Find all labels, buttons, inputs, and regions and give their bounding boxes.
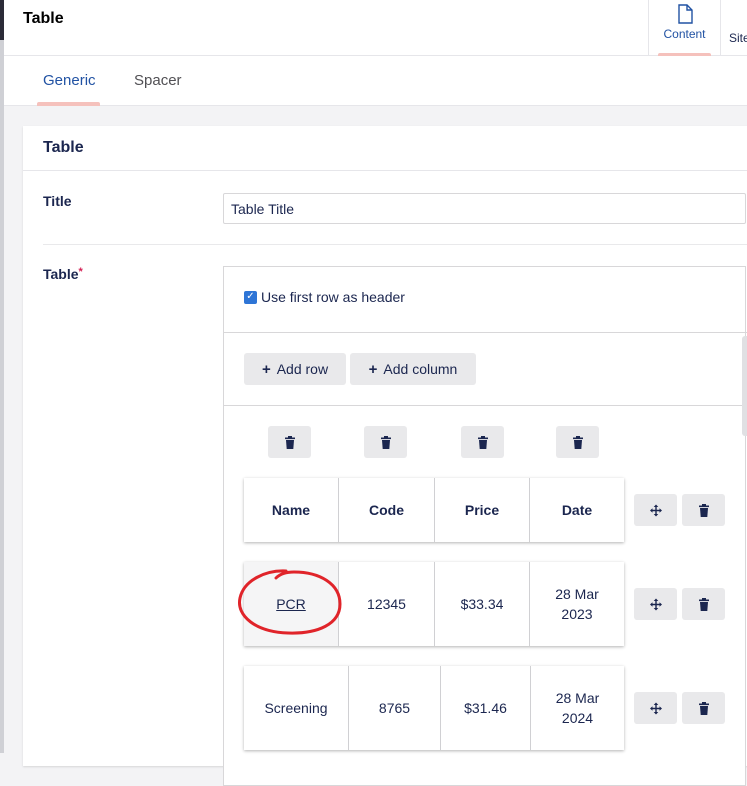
trash-icon xyxy=(284,435,295,449)
plus-icon: + xyxy=(261,360,271,378)
move-icon xyxy=(649,504,662,516)
table-cell[interactable]: Price xyxy=(435,478,530,542)
section-divider xyxy=(224,405,747,406)
move-icon xyxy=(649,598,662,610)
delete-row-button[interactable] xyxy=(682,588,725,620)
table-panel: Table Title Table* ✓ Use first row as he… xyxy=(23,126,747,786)
required-marker: * xyxy=(78,266,83,278)
tab-site[interactable]: Site xyxy=(720,0,747,56)
table-cell[interactable]: $31.46 xyxy=(441,666,531,750)
section-divider xyxy=(224,332,747,333)
title-field-label: Title xyxy=(43,193,72,209)
table-cell[interactable]: Screening xyxy=(244,666,349,750)
table-row: Screening 8765 $31.46 28 Mar 2024 xyxy=(244,666,624,750)
tab-site-label: Site xyxy=(729,31,747,45)
document-icon xyxy=(677,4,693,24)
table-row: PCR 12345 $33.34 28 Mar 2023 xyxy=(244,562,624,646)
delete-row-button[interactable] xyxy=(682,494,725,526)
delete-row-button[interactable] xyxy=(682,692,725,724)
add-column-button[interactable]: + Add column xyxy=(350,353,476,385)
page-title: Table xyxy=(23,10,64,27)
table-field-label-text: Table xyxy=(43,266,79,282)
tab-generic[interactable]: Generic xyxy=(43,72,96,89)
table-editor: ✓ Use first row as header + Add row + Add … xyxy=(223,266,747,786)
table-cell[interactable]: $33.34 xyxy=(435,562,530,646)
move-row-button[interactable] xyxy=(634,692,677,724)
move-row-button[interactable] xyxy=(634,494,677,526)
left-edge-strip xyxy=(0,0,4,753)
use-header-option[interactable]: ✓ Use first row as header xyxy=(244,289,405,305)
table-cell[interactable]: 12345 xyxy=(339,562,435,646)
table-cell[interactable]: 8765 xyxy=(349,666,441,750)
tab-spacer[interactable]: Spacer xyxy=(134,72,182,89)
table-cell[interactable]: PCR xyxy=(244,562,339,646)
plus-icon: + xyxy=(368,360,378,378)
field-divider xyxy=(43,244,747,245)
move-row-button[interactable] xyxy=(634,588,677,620)
tab-generic-underline xyxy=(37,102,100,106)
panel-title: Table xyxy=(23,126,747,171)
add-column-label: Add column xyxy=(383,361,458,377)
title-input[interactable] xyxy=(223,193,746,224)
trash-icon xyxy=(477,435,488,449)
delete-column-button[interactable] xyxy=(556,426,599,458)
delete-column-button[interactable] xyxy=(461,426,504,458)
scrollbar[interactable] xyxy=(742,336,747,436)
trash-icon xyxy=(698,701,709,715)
top-header: Table Content Site xyxy=(4,0,747,56)
tab-content-label: Content xyxy=(663,27,706,41)
table-cell[interactable]: 28 Mar 2024 xyxy=(531,666,624,750)
add-row-button[interactable]: + Add row xyxy=(244,353,346,385)
table-cell[interactable]: Code xyxy=(339,478,435,542)
add-row-label: Add row xyxy=(276,361,329,377)
table-row: Name Code Price Date xyxy=(244,478,624,542)
trash-icon xyxy=(572,435,583,449)
trash-icon xyxy=(698,597,709,611)
delete-column-button[interactable] xyxy=(364,426,407,458)
table-cell[interactable]: 28 Mar 2023 xyxy=(530,562,624,646)
subtab-bar: Generic Spacer xyxy=(4,56,747,106)
delete-column-button[interactable] xyxy=(268,426,311,458)
trash-icon xyxy=(698,503,709,517)
trash-icon xyxy=(380,435,391,449)
tab-content[interactable]: Content xyxy=(648,0,720,56)
use-header-label: Use first row as header xyxy=(261,289,405,305)
table-field-label: Table* xyxy=(43,266,83,282)
use-header-checkbox[interactable]: ✓ xyxy=(244,290,257,304)
move-icon xyxy=(649,702,662,714)
table-cell[interactable]: Name xyxy=(244,478,339,542)
table-cell[interactable]: Date xyxy=(530,478,624,542)
